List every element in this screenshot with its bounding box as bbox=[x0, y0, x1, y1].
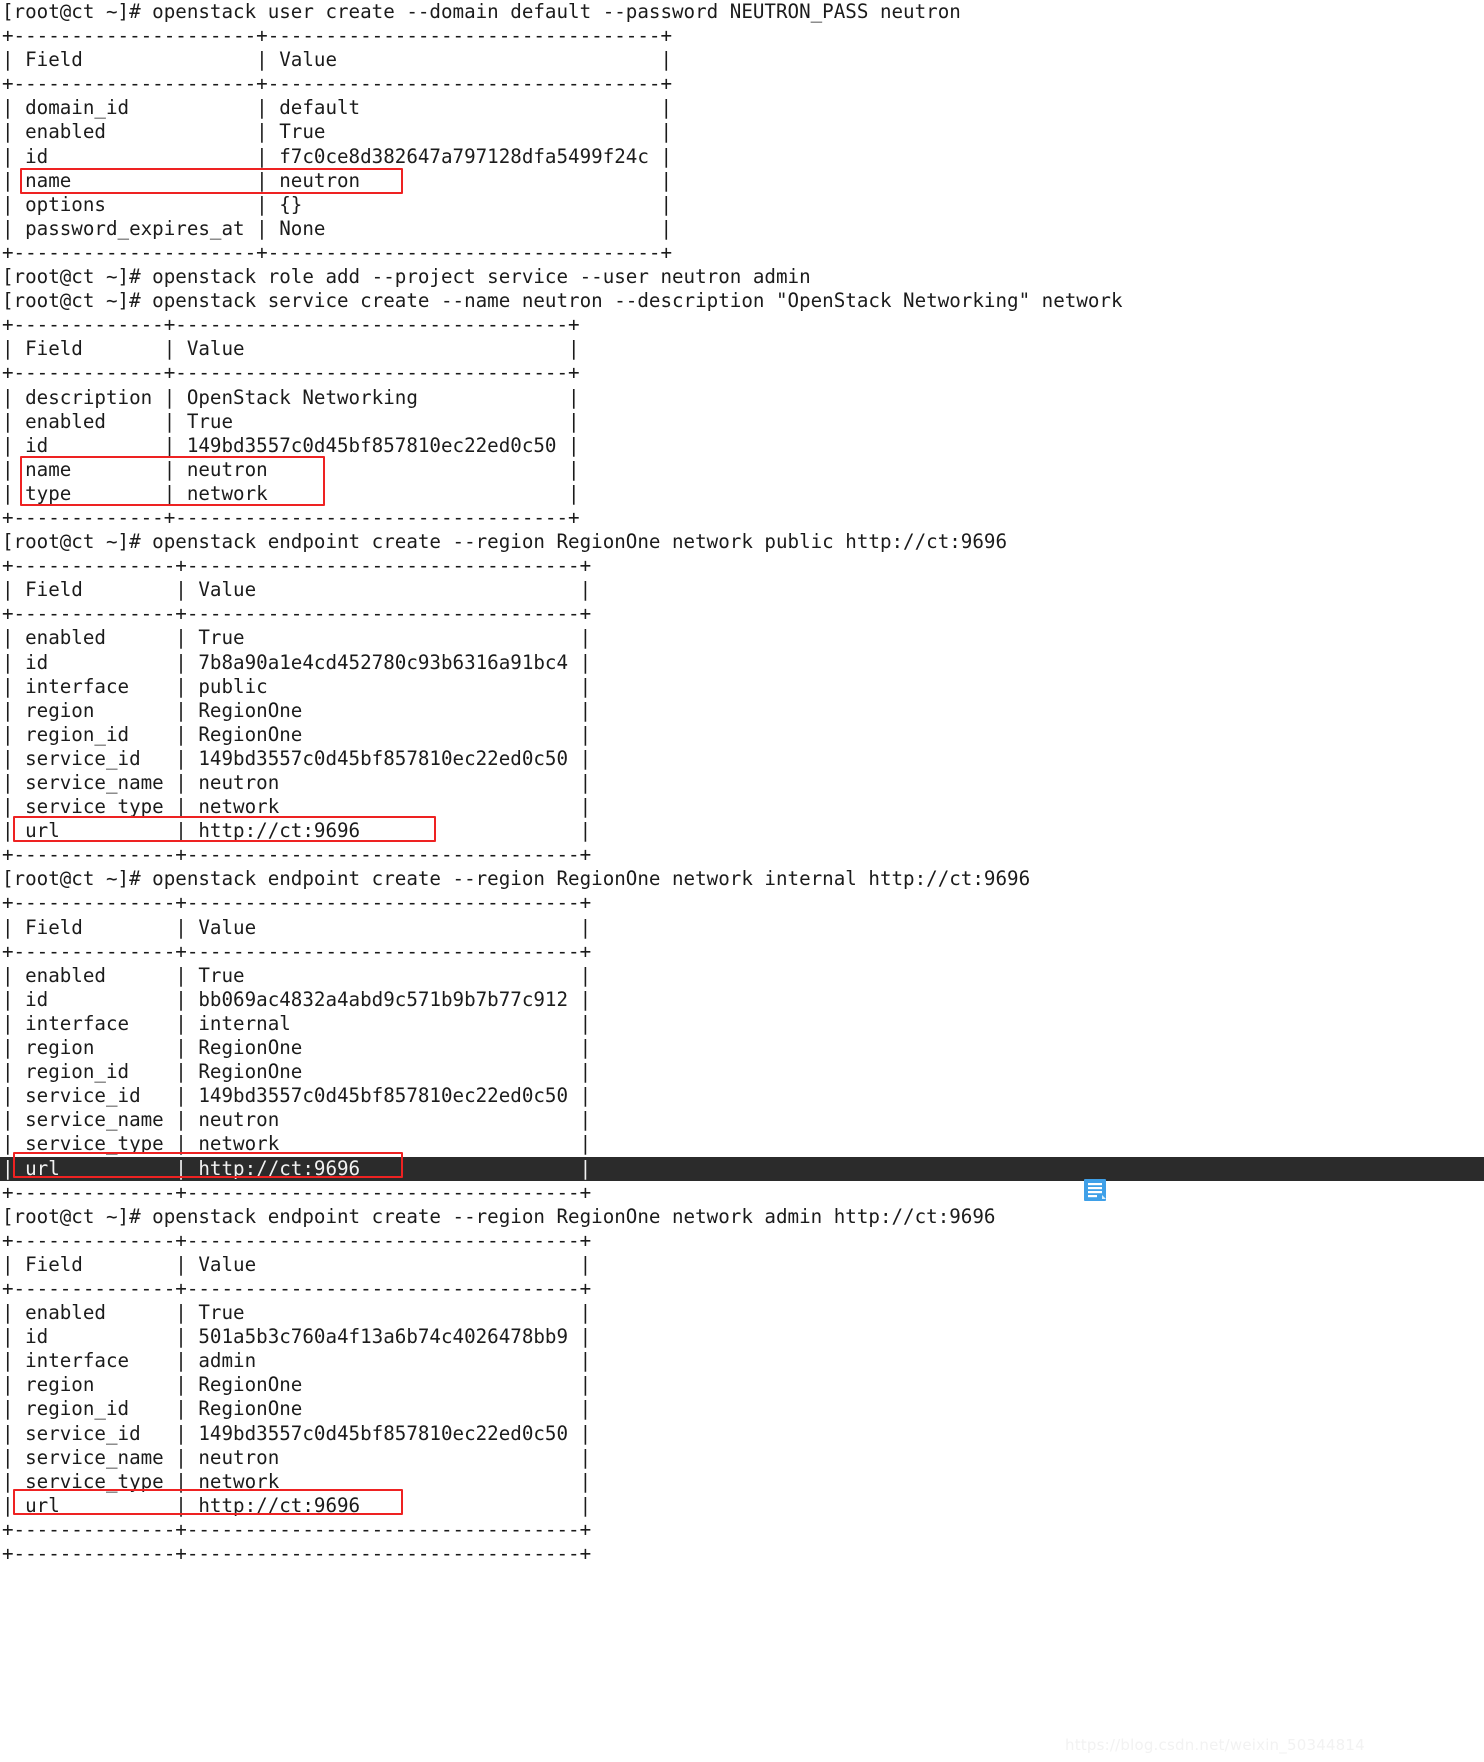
terminal-line: | url | http://ct:9696 | bbox=[2, 819, 592, 843]
terminal-line: | region | RegionOne | bbox=[2, 1036, 592, 1060]
terminal-line: [root@ct ~]# openstack user create --dom… bbox=[2, 0, 961, 23]
terminal-line: | region_id | RegionOne | bbox=[2, 722, 592, 746]
terminal-line: | enabled | True | bbox=[2, 409, 580, 433]
terminal-line: | name | neutron | bbox=[2, 457, 580, 481]
terminal-line: +--------------+------------------------… bbox=[2, 554, 592, 578]
terminal-line: | service_id | 149bd3557c0d45bf857810ec2… bbox=[2, 1084, 592, 1108]
terminal-line: | service_name | neutron | bbox=[2, 1108, 592, 1132]
terminal-line: | service_id | 149bd3557c0d45bf857810ec2… bbox=[2, 1421, 592, 1445]
terminal-line: +--------------+------------------------… bbox=[2, 843, 592, 867]
terminal-line: +--------------+------------------------… bbox=[2, 1180, 592, 1204]
terminal-line: | region | RegionOne | bbox=[2, 1373, 592, 1397]
terminal-line: | service_name | neutron | bbox=[2, 1445, 592, 1469]
terminal-line: | enabled | True | bbox=[2, 120, 673, 144]
terminal-line-highlighted: | url | http://ct:9696 | bbox=[0, 1156, 1484, 1181]
terminal-line: | region_id | RegionOne | bbox=[2, 1060, 592, 1084]
watermark: https://blog.csdn.net/weixin_50344814 bbox=[1065, 1736, 1365, 1754]
terminal-line: | interface | internal | bbox=[2, 1011, 592, 1035]
terminal-line: +--------------+------------------------… bbox=[2, 1228, 592, 1252]
terminal-line: +--------------+------------------------… bbox=[2, 1517, 592, 1541]
terminal-line: | id | bb069ac4832a4abd9c571b9b7b77c912 … bbox=[2, 987, 592, 1011]
terminal-line: | domain_id | default | bbox=[2, 96, 673, 120]
terminal-line: | region | RegionOne | bbox=[2, 698, 592, 722]
terminal-line: [root@ct ~]# openstack endpoint create -… bbox=[2, 867, 1031, 891]
terminal-line: | Field | Value | bbox=[2, 48, 673, 72]
terminal-line: [root@ct ~]# openstack endpoint create -… bbox=[2, 530, 1008, 554]
terminal-line: | enabled | True | bbox=[2, 963, 592, 987]
terminal-line: +--------------+------------------------… bbox=[2, 1276, 592, 1300]
terminal-line: | service_id | 149bd3557c0d45bf857810ec2… bbox=[2, 746, 592, 770]
terminal-line: | enabled | True | bbox=[2, 626, 592, 650]
terminal-line: | service_type | network | bbox=[2, 1132, 592, 1156]
terminal-line: [root@ct ~]# openstack role add --projec… bbox=[2, 265, 811, 289]
terminal-line: | url | http://ct:9696 | bbox=[2, 1493, 592, 1517]
terminal-line: +--------------+------------------------… bbox=[2, 939, 592, 963]
terminal-line: +--------------+------------------------… bbox=[2, 1542, 592, 1565]
terminal-line: +-------------+-------------------------… bbox=[2, 505, 580, 529]
terminal-line: | interface | public | bbox=[2, 674, 592, 698]
terminal-line: +-------------+-------------------------… bbox=[2, 361, 580, 385]
terminal-line: | type | network | bbox=[2, 481, 580, 505]
terminal-line: +--------------+------------------------… bbox=[2, 891, 592, 915]
terminal-line: | id | 7b8a90a1e4cd452780c93b6316a91bc4 … bbox=[2, 650, 592, 674]
terminal-line: | service_type | network | bbox=[2, 1469, 592, 1493]
terminal-line: | id | f7c0ce8d382647a797128dfa5499f24c … bbox=[2, 144, 673, 168]
terminal-line: | enabled | True | bbox=[2, 1301, 592, 1325]
terminal-line: | region_id | RegionOne | bbox=[2, 1397, 592, 1421]
terminal-line: | description | OpenStack Networking | bbox=[2, 385, 580, 409]
terminal-window[interactable]: [root@ct ~]# openstack user create --dom… bbox=[0, 0, 1484, 1762]
terminal-line: +--------------+------------------------… bbox=[2, 602, 592, 626]
terminal-output: [root@ct ~]# openstack user create --dom… bbox=[0, 0, 1484, 1566]
terminal-line: | id | 149bd3557c0d45bf857810ec22ed0c50 … bbox=[2, 433, 580, 457]
terminal-line: | Field | Value | bbox=[2, 337, 580, 361]
terminal-line: | options | {} | bbox=[2, 192, 673, 216]
terminal-line: +-------------+-------------------------… bbox=[2, 313, 580, 337]
document-icon[interactable] bbox=[1083, 1178, 1107, 1202]
terminal-line: | Field | Value | bbox=[2, 578, 592, 602]
terminal-line: | Field | Value | bbox=[2, 915, 592, 939]
terminal-line: +---------------------+-----------------… bbox=[2, 240, 673, 264]
terminal-line: | service_name | neutron | bbox=[2, 771, 592, 794]
terminal-line: | interface | admin | bbox=[2, 1349, 592, 1373]
terminal-line: +---------------------+-----------------… bbox=[2, 72, 673, 96]
terminal-line: [root@ct ~]# openstack service create --… bbox=[2, 289, 1123, 313]
terminal-line: | name | neutron | bbox=[2, 168, 673, 192]
terminal-line: | service_type | network | bbox=[2, 795, 592, 819]
terminal-line: +---------------------+-----------------… bbox=[2, 24, 673, 48]
terminal-line: | password_expires_at | None | bbox=[2, 216, 673, 240]
terminal-line: | id | 501a5b3c760a4f13a6b74c4026478bb9 … bbox=[2, 1325, 592, 1349]
terminal-line: [root@ct ~]# openstack endpoint create -… bbox=[2, 1204, 996, 1228]
terminal-line: | Field | Value | bbox=[2, 1252, 592, 1276]
